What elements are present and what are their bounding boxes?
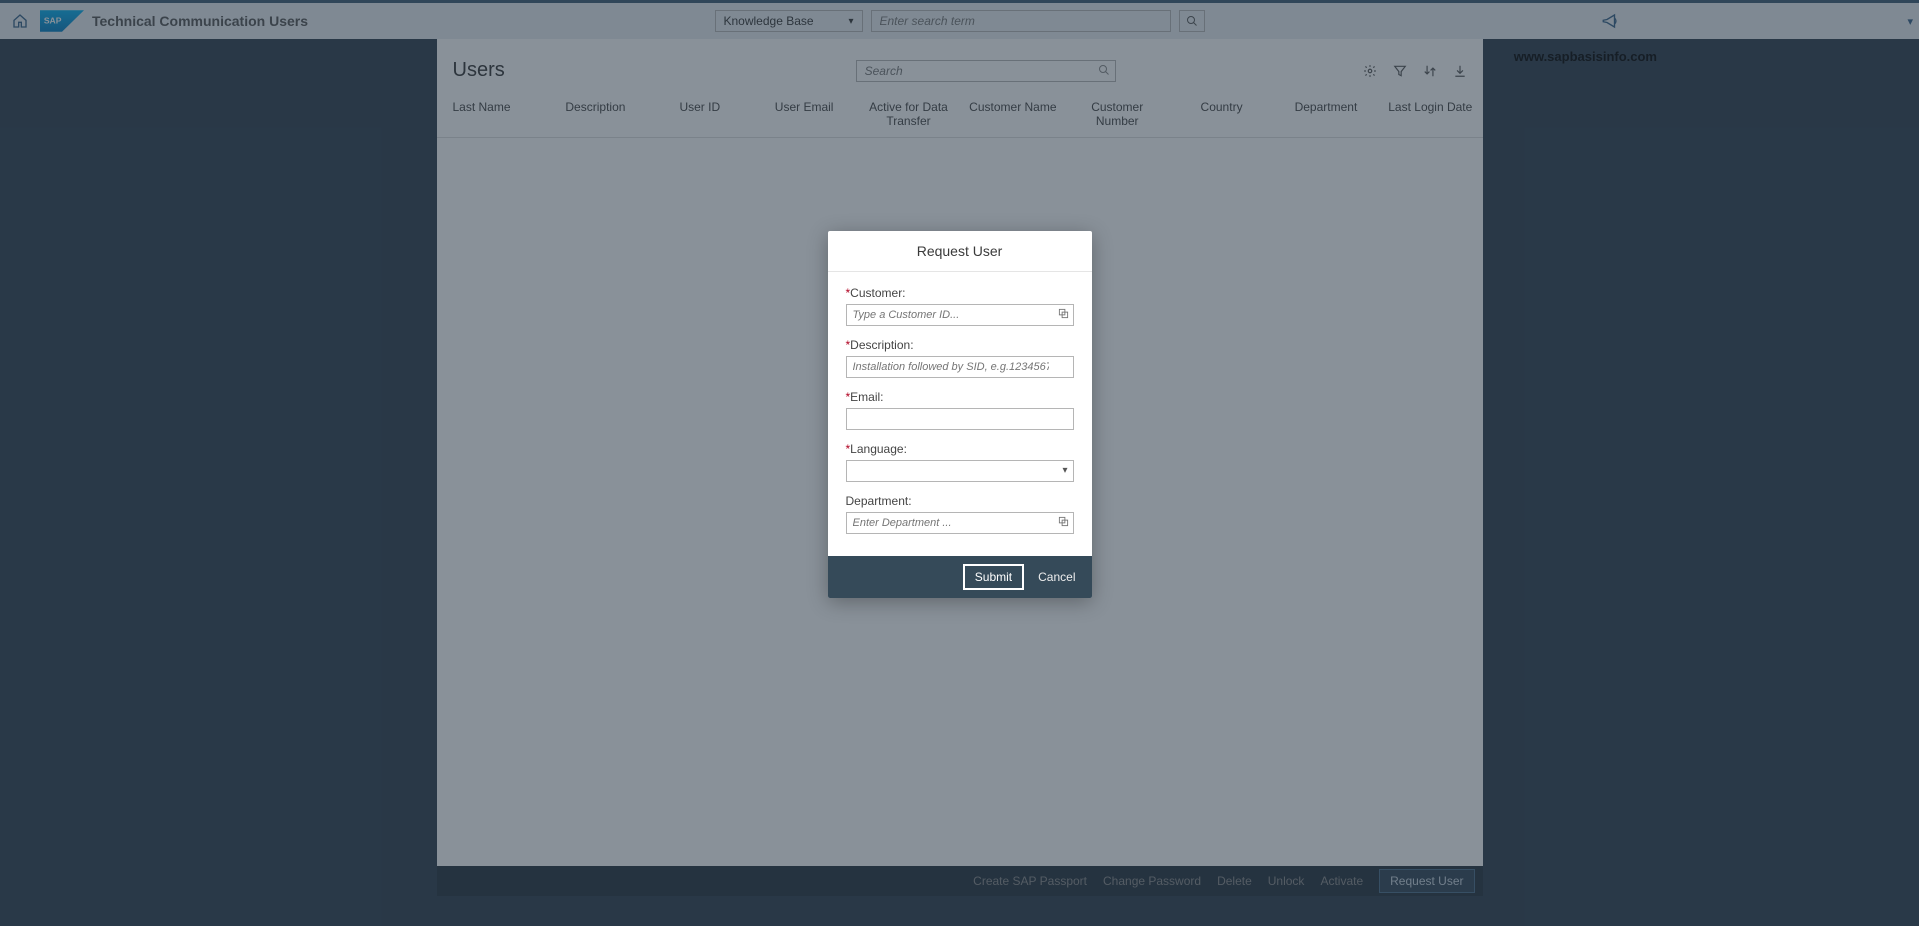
customer-input[interactable] [846,304,1074,326]
field-customer: *Customer: [846,286,1074,326]
field-email: *Email: [846,390,1074,430]
value-help-icon[interactable] [1058,308,1069,319]
cancel-button[interactable]: Cancel [1032,564,1081,590]
submit-button[interactable]: Submit [963,564,1024,590]
department-label: Department: [846,494,1074,508]
email-input[interactable] [846,408,1074,430]
field-department: Department: [846,494,1074,534]
field-description: *Description: [846,338,1074,378]
field-language: *Language: ▾ [846,442,1074,482]
customer-label: *Customer: [846,286,1074,300]
dialog-body: *Customer: *Description: *Email: *Langu [828,272,1092,556]
dialog-title: Request User [828,231,1092,272]
email-label: *Email: [846,390,1074,404]
description-input[interactable] [846,356,1074,378]
department-input[interactable] [846,512,1074,534]
chevron-down-icon: ▾ [1062,465,1067,476]
request-user-dialog: Request User *Customer: *Description: *E… [828,231,1092,598]
language-label: *Language: [846,442,1074,456]
description-label: *Description: [846,338,1074,352]
language-select[interactable] [846,460,1074,482]
value-help-icon[interactable] [1058,516,1069,527]
dialog-footer: Submit Cancel [828,556,1092,598]
